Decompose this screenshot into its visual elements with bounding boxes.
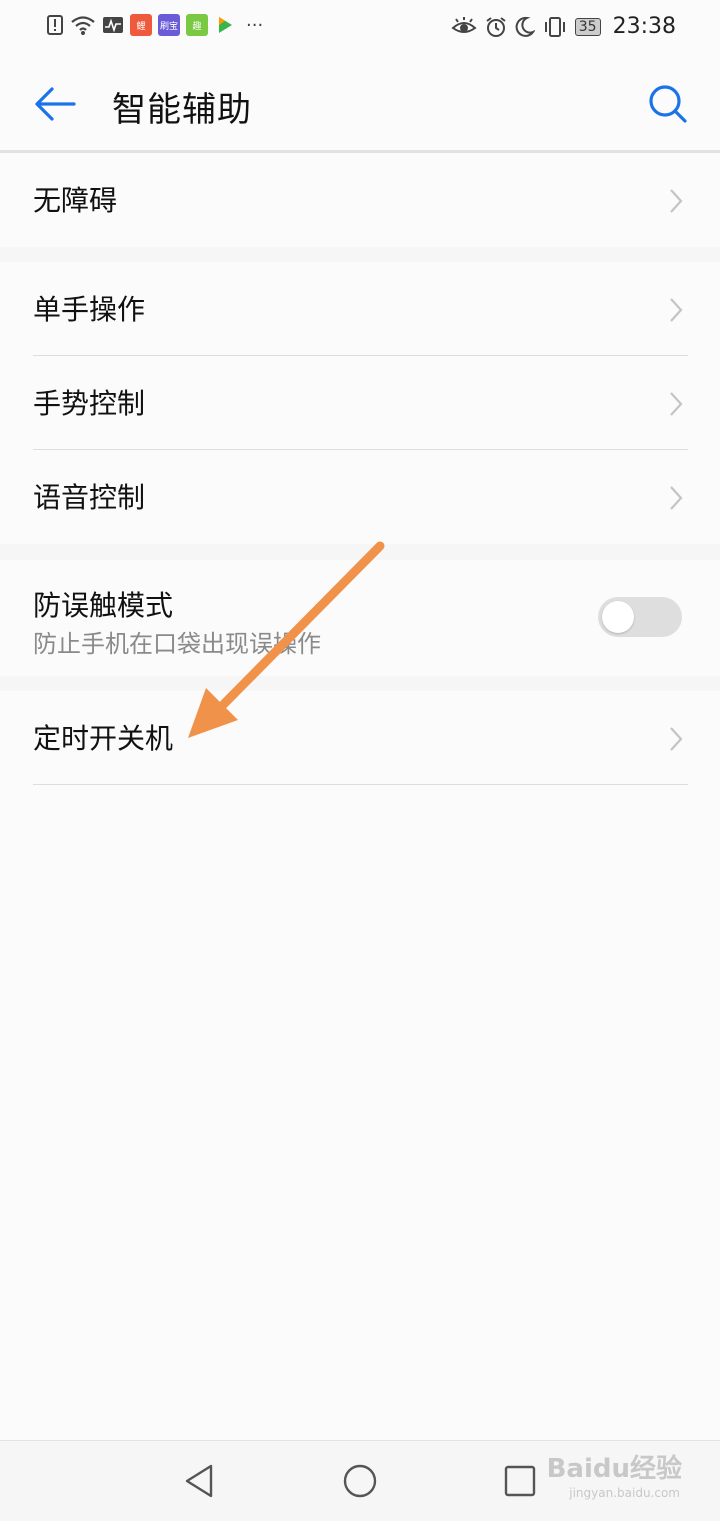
content-background — [0, 785, 720, 1440]
annotation-arrow-icon — [188, 541, 385, 738]
watermark-logo: Baidu经验 — [546, 1454, 682, 1484]
nav-back-icon[interactable] — [181, 1461, 221, 1501]
nav-recents-icon[interactable] — [500, 1461, 540, 1501]
nav-home-icon[interactable] — [340, 1461, 380, 1501]
watermark-url: jingyan.baidu.com — [569, 1486, 680, 1500]
